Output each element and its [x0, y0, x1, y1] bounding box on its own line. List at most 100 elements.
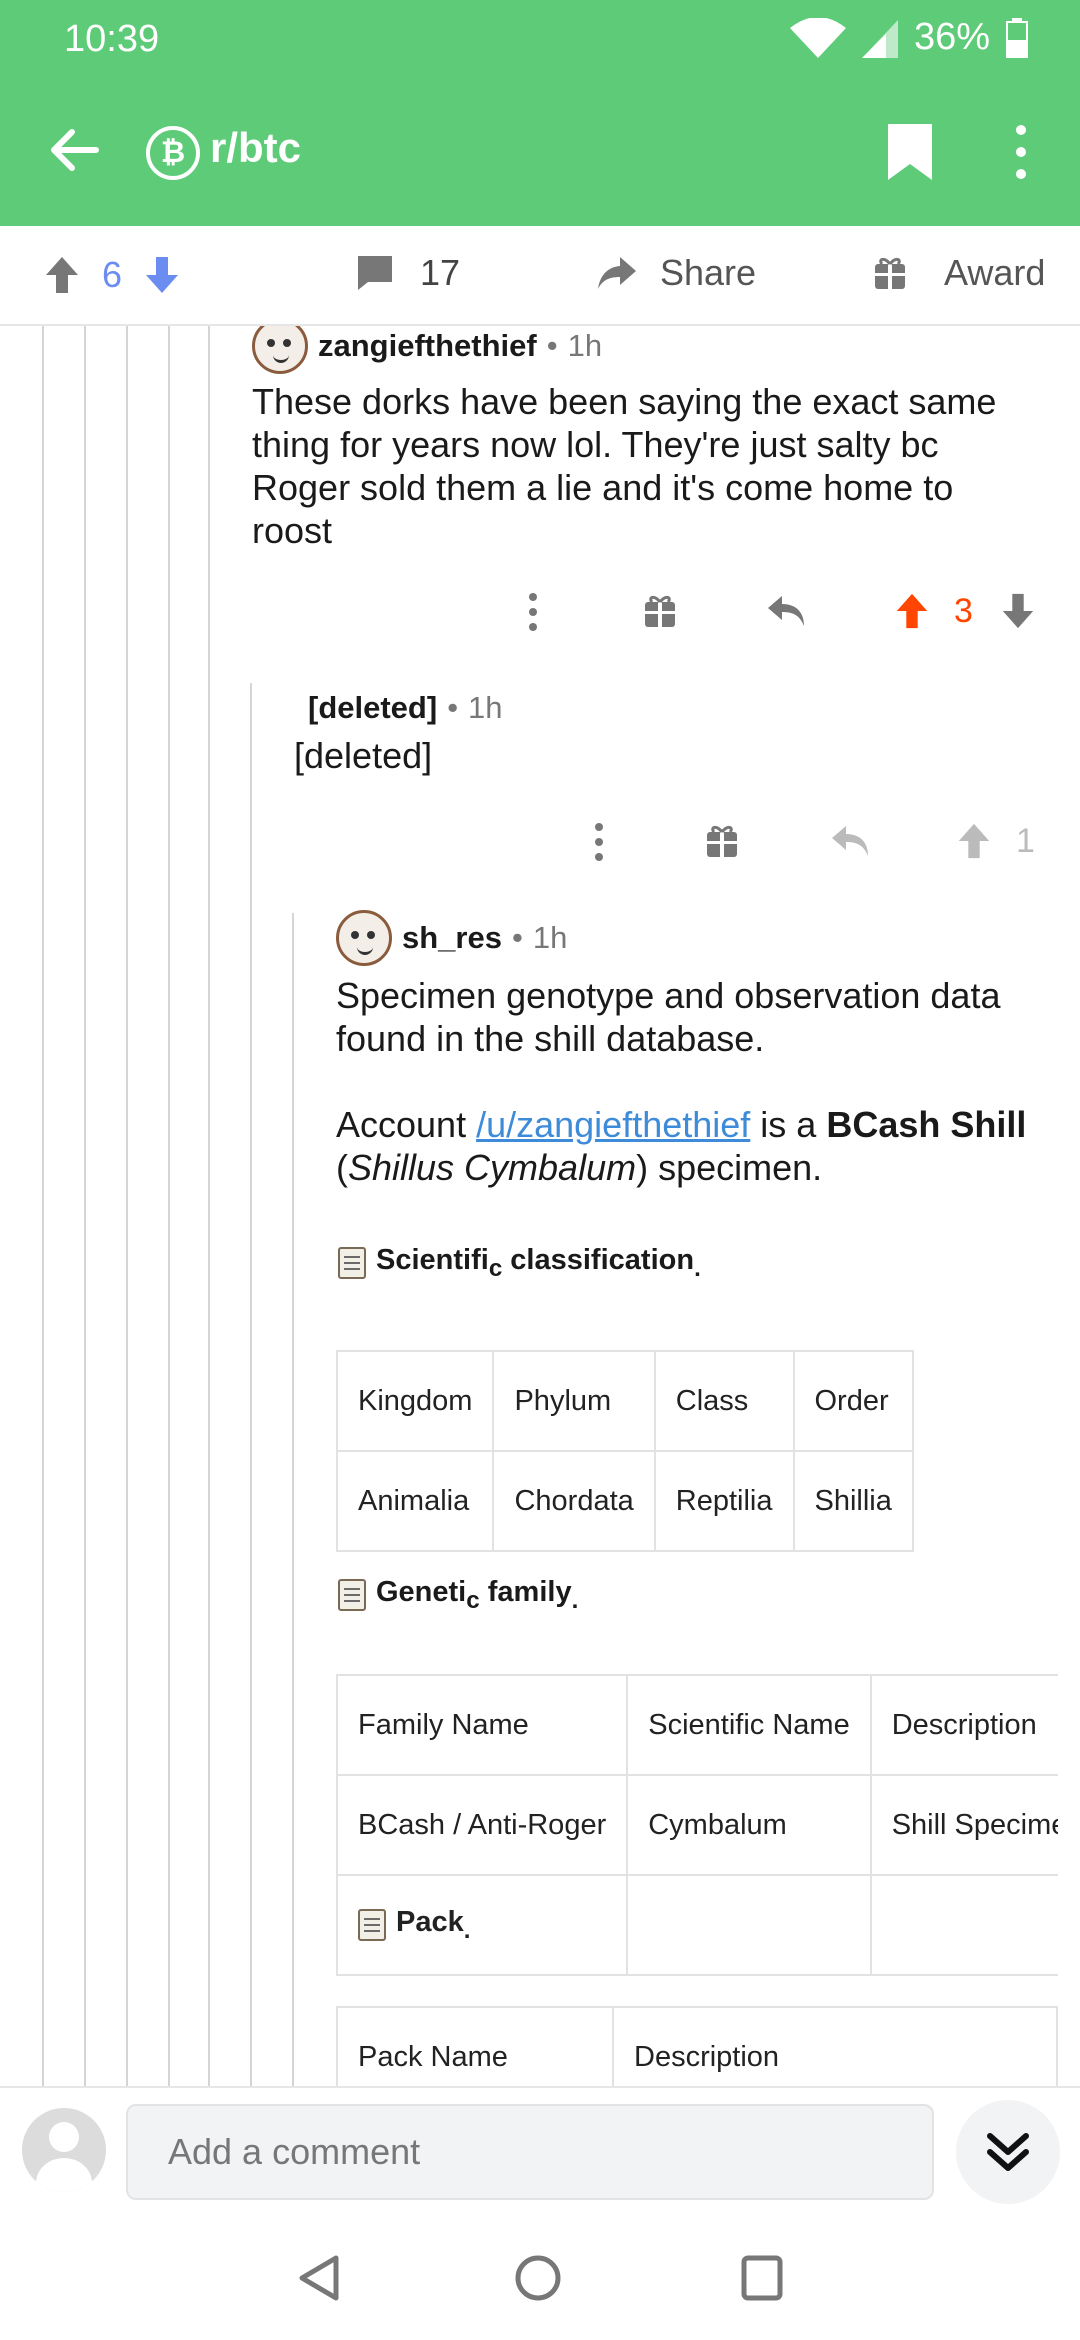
heading-text: . — [694, 1254, 701, 1282]
comment-actions: 1 — [590, 818, 1040, 864]
comment-line: Roger sold them a lie and it's come home… — [252, 467, 954, 508]
status-time: 10:39 — [64, 18, 160, 60]
share-arrow-icon — [598, 257, 636, 289]
comment-line: found in the shill database. — [336, 1018, 765, 1059]
heading-text: y — [555, 1576, 572, 1608]
thread-line[interactable] — [168, 326, 170, 2086]
bookmark-icon[interactable] — [884, 122, 936, 182]
thread-line[interactable] — [42, 326, 44, 2086]
heading-text: . — [463, 1916, 471, 1944]
table-cell: Description — [869, 1674, 1058, 1776]
thread-line[interactable] — [250, 683, 252, 2086]
species-close: ) specimen. — [636, 1147, 823, 1188]
heading-text: classificatio — [502, 1244, 677, 1276]
heading-text: c — [466, 1586, 480, 1614]
reply-icon[interactable] — [830, 824, 872, 858]
table-cell — [869, 1874, 1058, 1976]
nav-home-icon[interactable] — [514, 2254, 562, 2302]
back-arrow-icon[interactable] — [44, 120, 104, 180]
heading-text: n — [676, 1244, 695, 1276]
species-name: Shillus Cymbalum — [348, 1147, 637, 1188]
table-cell: Chordata — [492, 1450, 656, 1552]
battery-icon — [1006, 17, 1028, 58]
reply-icon[interactable] — [766, 594, 808, 628]
table-row: Pack Name Description — [336, 2006, 1058, 2086]
comment-header: zangiefthethief • 1h — [252, 326, 602, 374]
comment-score: 3 — [954, 592, 973, 630]
species-open: ( — [336, 1147, 348, 1188]
table-row: Pack. — [336, 1874, 1058, 1976]
jump-next-button[interactable] — [956, 2100, 1060, 2204]
heading-text: Pack — [396, 1905, 464, 1938]
heading-text: famil — [479, 1576, 556, 1608]
account-line: Account /u/zangiefthethief is a BCash Sh… — [336, 1103, 1066, 1146]
avatar[interactable] — [252, 326, 308, 374]
comment-author[interactable]: [deleted] — [308, 690, 437, 726]
downvote-icon[interactable] — [144, 255, 180, 295]
share-label: Share — [660, 252, 757, 293]
comment-thread[interactable]: zangiefthethief • 1h These dorks have be… — [0, 326, 1080, 2086]
shill-label: BCash Shill — [826, 1104, 1027, 1145]
comment-header: sh_res • 1h — [336, 910, 567, 966]
award-button[interactable]: Award — [874, 252, 1045, 294]
nav-recents-icon[interactable] — [740, 2254, 784, 2302]
gift-icon[interactable] — [644, 594, 676, 628]
nav-back-icon[interactable] — [296, 2254, 340, 2302]
subreddit-name[interactable]: r/btc — [210, 124, 301, 172]
table-cell: Description — [612, 2006, 1058, 2086]
table-cell: Kingdom — [335, 1350, 495, 1452]
post-action-bar: 6 17 Share Award — [0, 226, 1080, 326]
add-comment-input[interactable]: Add a comment — [126, 2104, 934, 2200]
comment-age: 1h — [468, 690, 503, 725]
comment-body: Specimen genotype and observation data f… — [336, 974, 1066, 1189]
more-vert-icon[interactable] — [1006, 122, 1036, 182]
comment-header: [deleted] • 1h — [308, 690, 503, 726]
table-cell: BCash / Anti-Roger — [336, 1774, 629, 1876]
wifi-icon — [789, 17, 846, 58]
navigation-bar — [0, 2216, 1080, 2340]
table-cell: Scientific Name — [626, 1674, 872, 1776]
downvote-icon[interactable] — [1000, 592, 1036, 630]
table-cell: Pack. — [336, 1874, 629, 1976]
account-prefix: Account — [336, 1104, 477, 1145]
comment-score: 1 — [1016, 822, 1035, 860]
family-table: Family Name Scientific Name Description … — [336, 1674, 1058, 1976]
comment-line: Specimen genotype and observation data — [336, 975, 1001, 1016]
table-row: Animalia Chordata Reptilia Shillia — [335, 1450, 914, 1552]
family-table-wrapper[interactable]: Family Name Scientific Name Description … — [336, 1674, 1058, 1984]
user-link[interactable]: /u/zangiefthethief — [476, 1104, 750, 1145]
upvote-icon[interactable] — [894, 592, 930, 630]
gift-icon[interactable] — [706, 824, 738, 858]
thread-line[interactable] — [84, 326, 86, 2086]
table-cell: Animalia — [335, 1450, 495, 1552]
table-row: BCash / Anti-Roger Cymbalum Shill Specim… — [336, 1774, 1058, 1876]
comment-line: These dorks have been saying the exact s… — [252, 381, 997, 422]
table-cell: Family Name — [336, 1674, 629, 1776]
share-button[interactable]: Share — [596, 252, 756, 294]
more-vert-icon[interactable] — [526, 592, 540, 632]
table-cell: Class — [653, 1350, 795, 1452]
thread-line[interactable] — [208, 326, 210, 2086]
more-vert-icon[interactable] — [592, 822, 606, 862]
post-comments[interactable]: 17 — [356, 252, 460, 294]
clipboard-icon — [338, 1579, 366, 1612]
bitcoin-icon[interactable]: ₿ — [146, 126, 200, 180]
thread-line[interactable] — [126, 326, 128, 2086]
upvote-icon[interactable] — [956, 822, 992, 860]
app-bar: ₿ r/btc — [0, 80, 1080, 226]
comment-author[interactable]: sh_res — [402, 920, 502, 956]
status-icons: 36% — [789, 16, 1028, 59]
thread-line[interactable] — [292, 913, 294, 2086]
account-mid: is a — [750, 1104, 827, 1145]
section-heading: Genetic family. — [338, 1576, 578, 1615]
heading-text: Geneti — [376, 1576, 467, 1608]
table-cell: Reptilia — [653, 1450, 795, 1552]
section-heading: Scientific classification. — [338, 1244, 701, 1283]
battery-percent: 36% — [913, 16, 990, 58]
avatar-icon[interactable] — [22, 2108, 106, 2192]
upvote-icon[interactable] — [44, 255, 80, 295]
pack-table-wrapper[interactable]: Pack Name Description — [336, 2006, 1058, 2086]
comment-author[interactable]: zangiefthethief — [318, 328, 537, 364]
avatar[interactable] — [336, 910, 392, 966]
table-cell: Phylum — [492, 1350, 656, 1452]
